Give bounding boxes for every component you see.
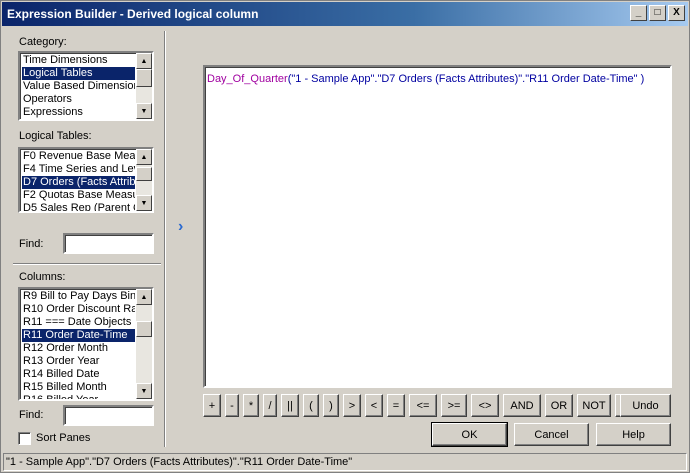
column-item[interactable]: R11 Order Date-Time [22, 329, 135, 342]
find-tables-input[interactable] [63, 233, 154, 254]
operator-concat-button[interactable]: || [281, 394, 299, 417]
logical-tables-label: Logical Tables: [19, 130, 92, 142]
operator-equals-button[interactable]: = [387, 394, 405, 417]
expression-function: Day_Of_Quarter [207, 73, 288, 85]
scroll-down-icon[interactable]: ▼ [136, 195, 152, 211]
columns-label: Columns: [19, 271, 66, 283]
operator-not-button[interactable]: NOT [577, 394, 611, 417]
find-tables-label: Find: [19, 238, 44, 250]
operator-minus-button[interactable]: - [225, 394, 239, 417]
title-bar: Expression Builder - Derived logical col… [2, 2, 688, 26]
category-list[interactable]: Time Dimensions Logical Tables Value Based… [18, 51, 154, 121]
category-item[interactable]: Expressions [22, 106, 135, 119]
column-item[interactable]: R10 Order Discount Rate [22, 303, 135, 316]
window-title: Expression Builder - Derived logical col… [7, 7, 259, 21]
column-item[interactable]: R13 Order Year [22, 355, 135, 368]
operator-close-paren-button[interactable]: ) [323, 394, 339, 417]
column-item[interactable]: R16 Billed Year [22, 394, 135, 399]
scroll-up-icon[interactable]: ▲ [136, 53, 152, 69]
operator-less-than-button[interactable]: < [365, 394, 383, 417]
operator-divide-button[interactable]: / [263, 394, 277, 417]
scroll-up-icon[interactable]: ▲ [136, 289, 152, 305]
logical-table-item[interactable]: D7 Orders (Facts Attributes) [22, 176, 135, 189]
operator-or-button[interactable]: OR [545, 394, 573, 417]
divider [13, 263, 161, 265]
cancel-button[interactable]: Cancel [514, 423, 589, 446]
insert-arrow-icon[interactable]: › [178, 218, 183, 236]
column-item[interactable]: R12 Order Month [22, 342, 135, 355]
category-item[interactable]: Logical Tables [22, 67, 135, 80]
operator-open-paren-button[interactable]: ( [303, 394, 319, 417]
help-button[interactable]: Help [596, 423, 671, 446]
operator-not-equal-button[interactable]: <> [471, 394, 499, 417]
logical-table-item[interactable]: F4 Time Series and Level [22, 163, 135, 176]
sort-panes-label: Sort Panes [36, 432, 91, 444]
column-item[interactable]: R9 Bill to Pay Days Bin [22, 290, 135, 303]
category-label: Category: [19, 36, 67, 48]
column-item[interactable]: R14 Billed Date [22, 368, 135, 381]
expression-builder-window: Expression Builder - Derived logical col… [0, 0, 690, 473]
operator-greater-equal-button[interactable]: >= [441, 394, 467, 417]
logical-table-item[interactable]: F2 Quotas Base Measures [22, 189, 135, 202]
close-button[interactable]: X [668, 5, 685, 21]
scroll-down-icon[interactable]: ▼ [136, 383, 152, 399]
undo-button[interactable]: Undo [620, 394, 671, 417]
category-item[interactable]: Functions [22, 119, 135, 121]
scroll-down-icon[interactable]: ▼ [136, 103, 152, 119]
scroll-thumb[interactable] [136, 321, 152, 337]
category-item[interactable]: Time Dimensions [22, 54, 135, 67]
category-scrollbar[interactable]: ▲ ▼ [136, 53, 152, 119]
ok-button[interactable]: OK [431, 422, 508, 447]
operator-plus-button[interactable]: + [203, 394, 221, 417]
columns-list[interactable]: R9 Bill to Pay Days Bin R10 Order Discoun… [18, 287, 154, 401]
pane-divider [164, 31, 166, 447]
sort-panes-checkbox[interactable] [18, 432, 31, 445]
scroll-thumb[interactable] [136, 69, 152, 87]
column-item[interactable]: R11 === Date Objects [22, 316, 135, 329]
scroll-up-icon[interactable]: ▲ [136, 149, 152, 165]
maximize-button[interactable]: □ [649, 5, 666, 21]
operator-and-button[interactable]: AND [503, 394, 541, 417]
tables-scrollbar[interactable]: ▲ ▼ [136, 149, 152, 211]
operator-less-equal-button[interactable]: <= [409, 394, 437, 417]
expression-arguments: ("1 - Sample App"."D7 Orders (Facts Attr… [287, 73, 645, 85]
find-columns-label: Find: [19, 409, 44, 421]
logical-tables-list[interactable]: F0 Revenue Base MeasuresF4 Time Series a… [18, 147, 154, 213]
operator-multiply-button[interactable]: * [243, 394, 259, 417]
logical-table-item[interactable]: F0 Revenue Base Measures [22, 150, 135, 163]
operator-greater-than-button[interactable]: > [343, 394, 361, 417]
find-columns-input[interactable] [63, 405, 154, 426]
scroll-thumb[interactable] [136, 167, 152, 181]
category-item[interactable]: Value Based Dimensions [22, 80, 135, 93]
expression-editor[interactable]: Day_Of_Quarter("1 - Sample App"."D7 Orde… [203, 65, 672, 388]
logical-table-item[interactable]: D5 Sales Rep (Parent Child) [22, 202, 135, 211]
status-bar: "1 - Sample App"."D7 Orders (Facts Attri… [3, 453, 687, 471]
category-item[interactable]: Operators [22, 93, 135, 106]
minimize-button[interactable]: _ [630, 5, 647, 21]
columns-scrollbar[interactable]: ▲ ▼ [136, 289, 152, 399]
column-item[interactable]: R15 Billed Month [22, 381, 135, 394]
